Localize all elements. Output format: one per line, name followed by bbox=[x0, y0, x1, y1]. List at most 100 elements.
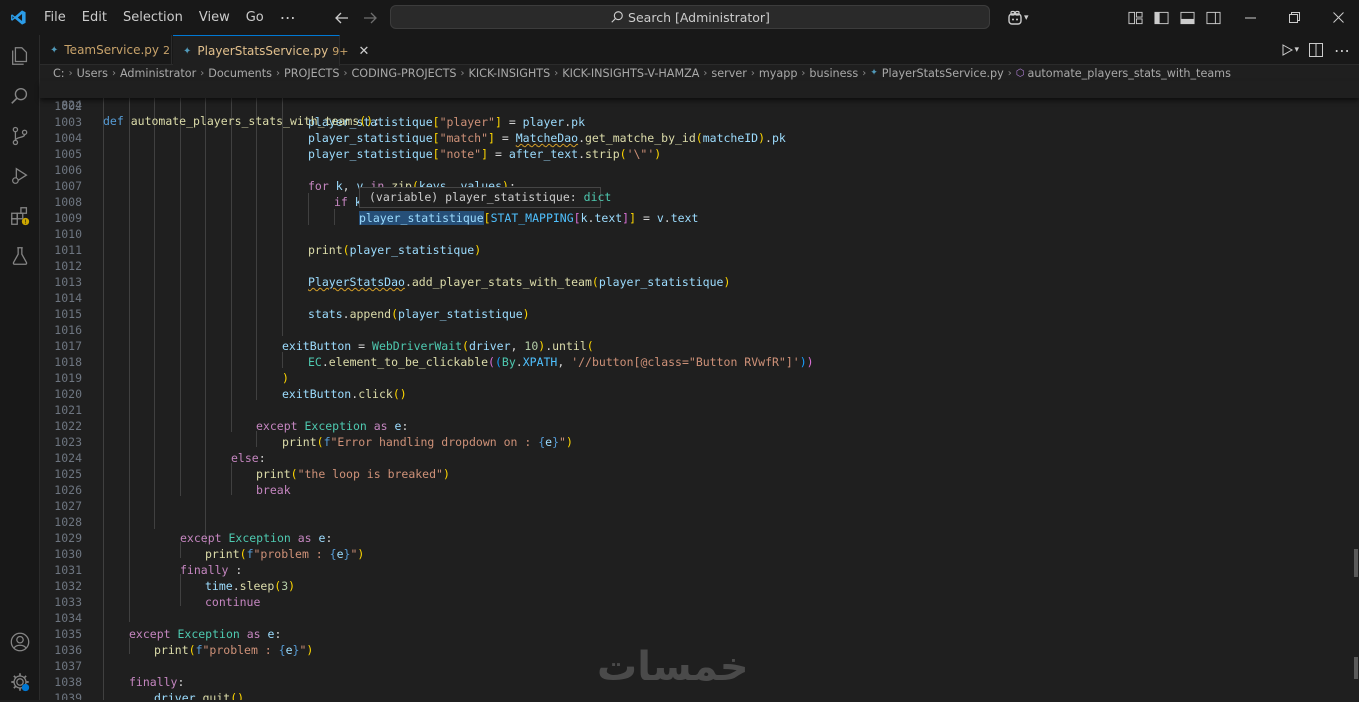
line-number: 1028 bbox=[54, 515, 82, 529]
tab-label: TeamService.py bbox=[64, 43, 159, 57]
menu-file[interactable]: File bbox=[36, 0, 74, 35]
line-number: 1010 bbox=[54, 227, 82, 241]
chevron-down-icon[interactable]: ▾ bbox=[1294, 45, 1299, 55]
code-line: 1032 time.sleep(3) bbox=[40, 578, 1340, 594]
editor-scrollbar[interactable] bbox=[1351, 98, 1359, 700]
line-number: 1015 bbox=[54, 307, 82, 321]
line-number: 1035 bbox=[54, 627, 82, 641]
line-number: 1029 bbox=[54, 531, 82, 545]
chevron-down-icon[interactable]: ▾ bbox=[1024, 13, 1029, 23]
explorer-icon[interactable] bbox=[0, 36, 40, 76]
tab-teamservice[interactable]: ✦ TeamService.py 2 bbox=[40, 35, 172, 65]
code-line: 1004 player_statistique["match"] = Matche… bbox=[40, 130, 1340, 146]
code-line: 1005 player_statistique["note"] = after_t… bbox=[40, 146, 1340, 162]
code-line: 1023 print(f"Error handling dropdown on :… bbox=[40, 434, 1340, 450]
breadcrumb-item[interactable]: Documents bbox=[208, 67, 272, 80]
more-menu-icon[interactable]: ⋯ bbox=[272, 0, 304, 35]
code-line: 1012 bbox=[40, 258, 1340, 274]
code-line: 1025 print("the loop is breaked") bbox=[40, 466, 1340, 482]
code-line: 1026 break bbox=[40, 482, 1340, 498]
line-number: 1025 bbox=[54, 467, 82, 481]
code-text: except Exception as e: bbox=[180, 531, 333, 545]
split-editor-icon[interactable] bbox=[1303, 37, 1329, 63]
svg-text:!: ! bbox=[24, 218, 27, 226]
restore-icon[interactable] bbox=[1272, 5, 1316, 31]
extensions-icon[interactable]: ! bbox=[0, 196, 40, 236]
code-text: except Exception as e: bbox=[129, 627, 282, 641]
title-bar: File Edit Selection View Go ⋯ Search [Ad… bbox=[0, 0, 1359, 35]
tab-playerstatsservice[interactable]: ✦ PlayerStatsService.py 9+ ✕ bbox=[173, 35, 369, 66]
code-editor[interactable]: 1002 1003 player_statistique["player"] = … bbox=[40, 81, 1359, 700]
menu-edit[interactable]: Edit bbox=[74, 0, 115, 35]
code-text: player_statistique[STAT_MAPPING[k.text]]… bbox=[359, 211, 699, 225]
breadcrumb-item[interactable]: server bbox=[711, 67, 746, 80]
line-number: 824 bbox=[61, 98, 82, 112]
close-window-icon[interactable] bbox=[1316, 5, 1359, 31]
back-arrow-icon[interactable] bbox=[328, 4, 356, 32]
more-actions-icon[interactable]: ⋯ bbox=[1329, 37, 1355, 63]
toggle-panel-icon[interactable] bbox=[1174, 5, 1200, 31]
code-text: PlayerStatsDao.add_player_stats_with_tea… bbox=[308, 275, 731, 289]
account-icon[interactable] bbox=[0, 622, 40, 662]
source-control-icon[interactable] bbox=[0, 116, 40, 156]
breadcrumb-item[interactable]: business bbox=[809, 67, 858, 80]
menu-view[interactable]: View bbox=[191, 0, 238, 35]
scrollbar-thumb[interactable] bbox=[1354, 549, 1358, 577]
toggle-primary-sidebar-icon[interactable] bbox=[1148, 5, 1174, 31]
breadcrumb-item[interactable]: Users bbox=[77, 67, 108, 80]
manage-gear-icon[interactable] bbox=[0, 662, 40, 702]
code-line: 1013 PlayerStatsDao.add_player_stats_with… bbox=[40, 274, 1340, 290]
symbol-method-icon: ⬡ bbox=[1015, 67, 1025, 79]
line-number: 1037 bbox=[54, 659, 82, 673]
customize-layout-icon[interactable] bbox=[1122, 5, 1148, 31]
code-line: 1011 print(player_statistique) bbox=[40, 242, 1340, 258]
testing-flask-icon[interactable] bbox=[0, 236, 40, 276]
tooltip-text: (variable) player_statistique: bbox=[369, 190, 584, 204]
line-number: 1008 bbox=[54, 195, 82, 209]
line-number: 1005 bbox=[54, 147, 82, 161]
chevron-right-icon: › bbox=[554, 67, 559, 79]
breadcrumb-item[interactable]: C: bbox=[53, 67, 65, 80]
breadcrumb-item[interactable]: PlayerStatsService.py bbox=[882, 67, 1004, 80]
line-number: 1017 bbox=[54, 339, 82, 353]
breadcrumb-item[interactable]: automate_players_stats_with_teams bbox=[1027, 67, 1230, 80]
line-number: 1024 bbox=[54, 451, 82, 465]
chevron-right-icon: › bbox=[460, 67, 465, 79]
code-line: 1031 finally : bbox=[40, 562, 1340, 578]
search-icon[interactable] bbox=[0, 76, 40, 116]
code-line: 1017 exitButton = WebDriverWait(driver, 1… bbox=[40, 338, 1340, 354]
sticky-scroll-header[interactable]: 824 def automate_players_stats_with_team… bbox=[40, 81, 1359, 128]
code-text: finally: bbox=[129, 675, 185, 689]
chevron-right-icon: › bbox=[68, 67, 73, 79]
breadcrumb-item[interactable]: CODING-PROJECTS bbox=[351, 67, 456, 80]
breadcrumb-item[interactable]: KICK-INSIGHTS-V-HAMZA bbox=[562, 67, 699, 80]
breadcrumb-item[interactable]: KICK-INSIGHTS bbox=[469, 67, 551, 80]
toggle-secondary-sidebar-icon[interactable] bbox=[1200, 5, 1226, 31]
code-line: 1029 except Exception as e: bbox=[40, 530, 1340, 546]
line-number: 1030 bbox=[54, 547, 82, 561]
line-number: 1019 bbox=[54, 371, 82, 385]
vscode-logo-icon bbox=[0, 0, 36, 35]
search-placeholder: Search [Administrator] bbox=[628, 9, 770, 25]
menu-selection[interactable]: Selection bbox=[115, 0, 191, 35]
run-debug-icon[interactable] bbox=[0, 156, 40, 196]
line-number: 1026 bbox=[54, 483, 82, 497]
close-tab-icon[interactable]: ✕ bbox=[358, 44, 369, 59]
python-file-icon: ✦ bbox=[870, 68, 878, 78]
hover-tooltip: (variable) player_statistique: dict bbox=[359, 187, 611, 208]
code-line: 1034 bbox=[40, 610, 1340, 626]
code-text: continue bbox=[205, 595, 261, 609]
line-number: 1023 bbox=[54, 435, 82, 449]
code-text: player_statistique["match"] = MatcheDao.… bbox=[308, 131, 786, 145]
editor-actions: ▾ ⋯ bbox=[1274, 35, 1359, 65]
menu-go[interactable]: Go bbox=[238, 0, 272, 35]
line-number: 1032 bbox=[54, 579, 82, 593]
forward-arrow-icon[interactable] bbox=[356, 4, 384, 32]
command-center-search[interactable]: Search [Administrator] bbox=[390, 5, 990, 29]
code-line: 1015 stats.append(player_statistique) bbox=[40, 306, 1340, 322]
line-number: 1031 bbox=[54, 563, 82, 577]
minimize-icon[interactable] bbox=[1228, 5, 1272, 31]
breadcrumb-item[interactable]: PROJECTS bbox=[284, 67, 339, 80]
breadcrumb-item[interactable]: Administrator bbox=[120, 67, 196, 80]
breadcrumb-item[interactable]: myapp bbox=[759, 67, 798, 80]
